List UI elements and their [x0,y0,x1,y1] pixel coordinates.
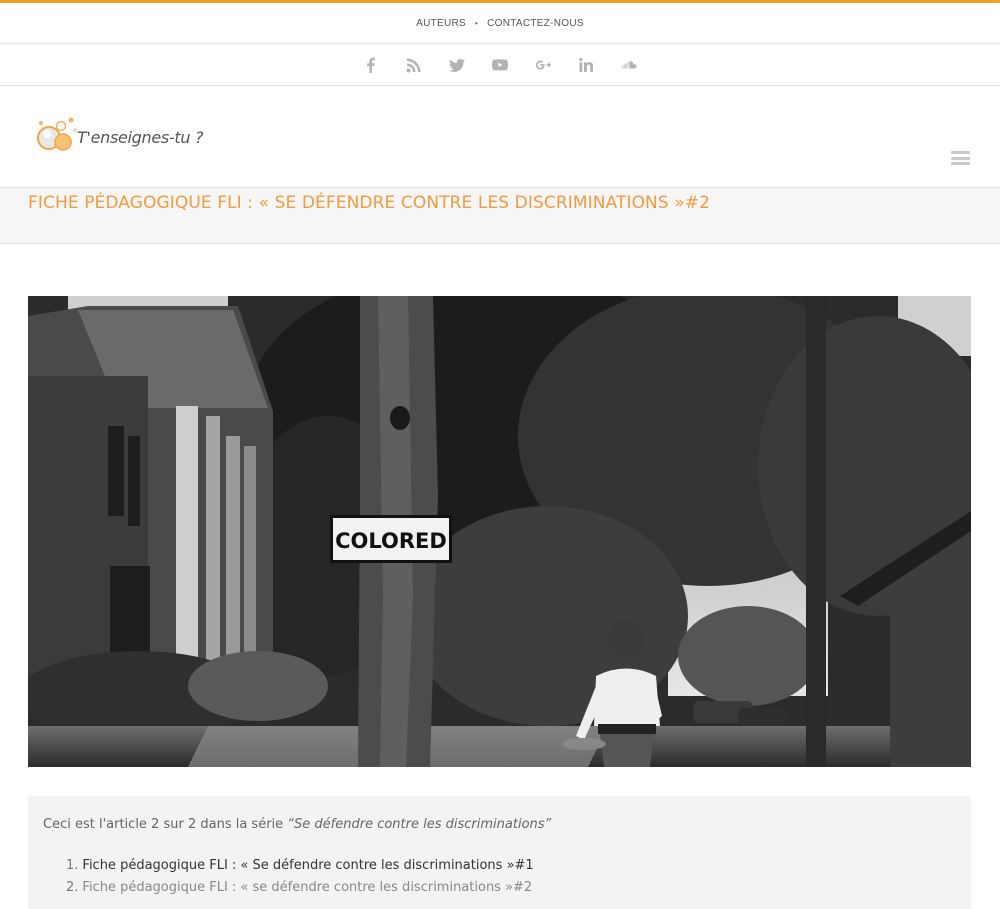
series-list: 1. Fiche pédagogique FLI : « Se défendre … [66,858,534,902]
menu-hamburger-icon[interactable] [951,151,970,165]
page-title: FICHE PÉDAGOGIQUE FLI : « SE DÉFENDRE CO… [28,193,711,213]
series-box: Ceci est l'article 2 sur 2 dans la série… [28,796,971,909]
soundcloud-icon[interactable] [619,54,640,75]
series-item: 1. Fiche pédagogique FLI : « Se défendre … [66,858,534,873]
rss-icon[interactable] [404,54,425,75]
series-intro-prefix: Ceci est l'article 2 sur 2 dans la série [43,817,288,832]
facebook-icon[interactable] [361,54,382,75]
site-header: T'enseignes-tu ? [0,86,1000,188]
social-bar [0,44,1000,86]
series-name: “Se défendre contre les discriminations” [287,817,552,832]
series-item-link[interactable]: Fiche pédagogique FLI : « Se défendre co… [82,858,533,873]
top-bar: AUTEURS • CONTACTEZ-NOUS [0,0,1000,44]
series-item-number: 2. [66,880,79,895]
photo-sign-text: COLORED [335,529,447,553]
series-item-label: Fiche pédagogique FLI : « se défendre co… [82,880,533,895]
series-item-number: 1. [66,858,79,873]
featured-image: COLORED [28,296,971,767]
series-item-current: 2. Fiche pédagogique FLI : « se défendre … [66,880,534,895]
nav-link-contactez-nous[interactable]: CONTACTEZ-NOUS [487,18,584,29]
logo-text: T'enseignes-tu ? [77,127,204,147]
site-logo[interactable]: T'enseignes-tu ? [35,114,204,158]
youtube-icon[interactable] [490,54,511,75]
twitter-icon[interactable] [447,54,468,75]
logo-bubbles-icon [37,117,77,151]
nav-link-auteurs[interactable]: AUTEURS [416,18,466,29]
series-intro: Ceci est l'article 2 sur 2 dans la série… [43,817,551,832]
title-bar: FICHE PÉDAGOGIQUE FLI : « SE DÉFENDRE CO… [0,188,1000,244]
google-plus-icon[interactable] [533,54,554,75]
nav-separator: • [474,19,479,28]
featured-photo: COLORED [28,296,971,767]
top-nav: AUTEURS • CONTACTEZ-NOUS [0,3,1000,44]
linkedin-icon[interactable] [576,54,597,75]
